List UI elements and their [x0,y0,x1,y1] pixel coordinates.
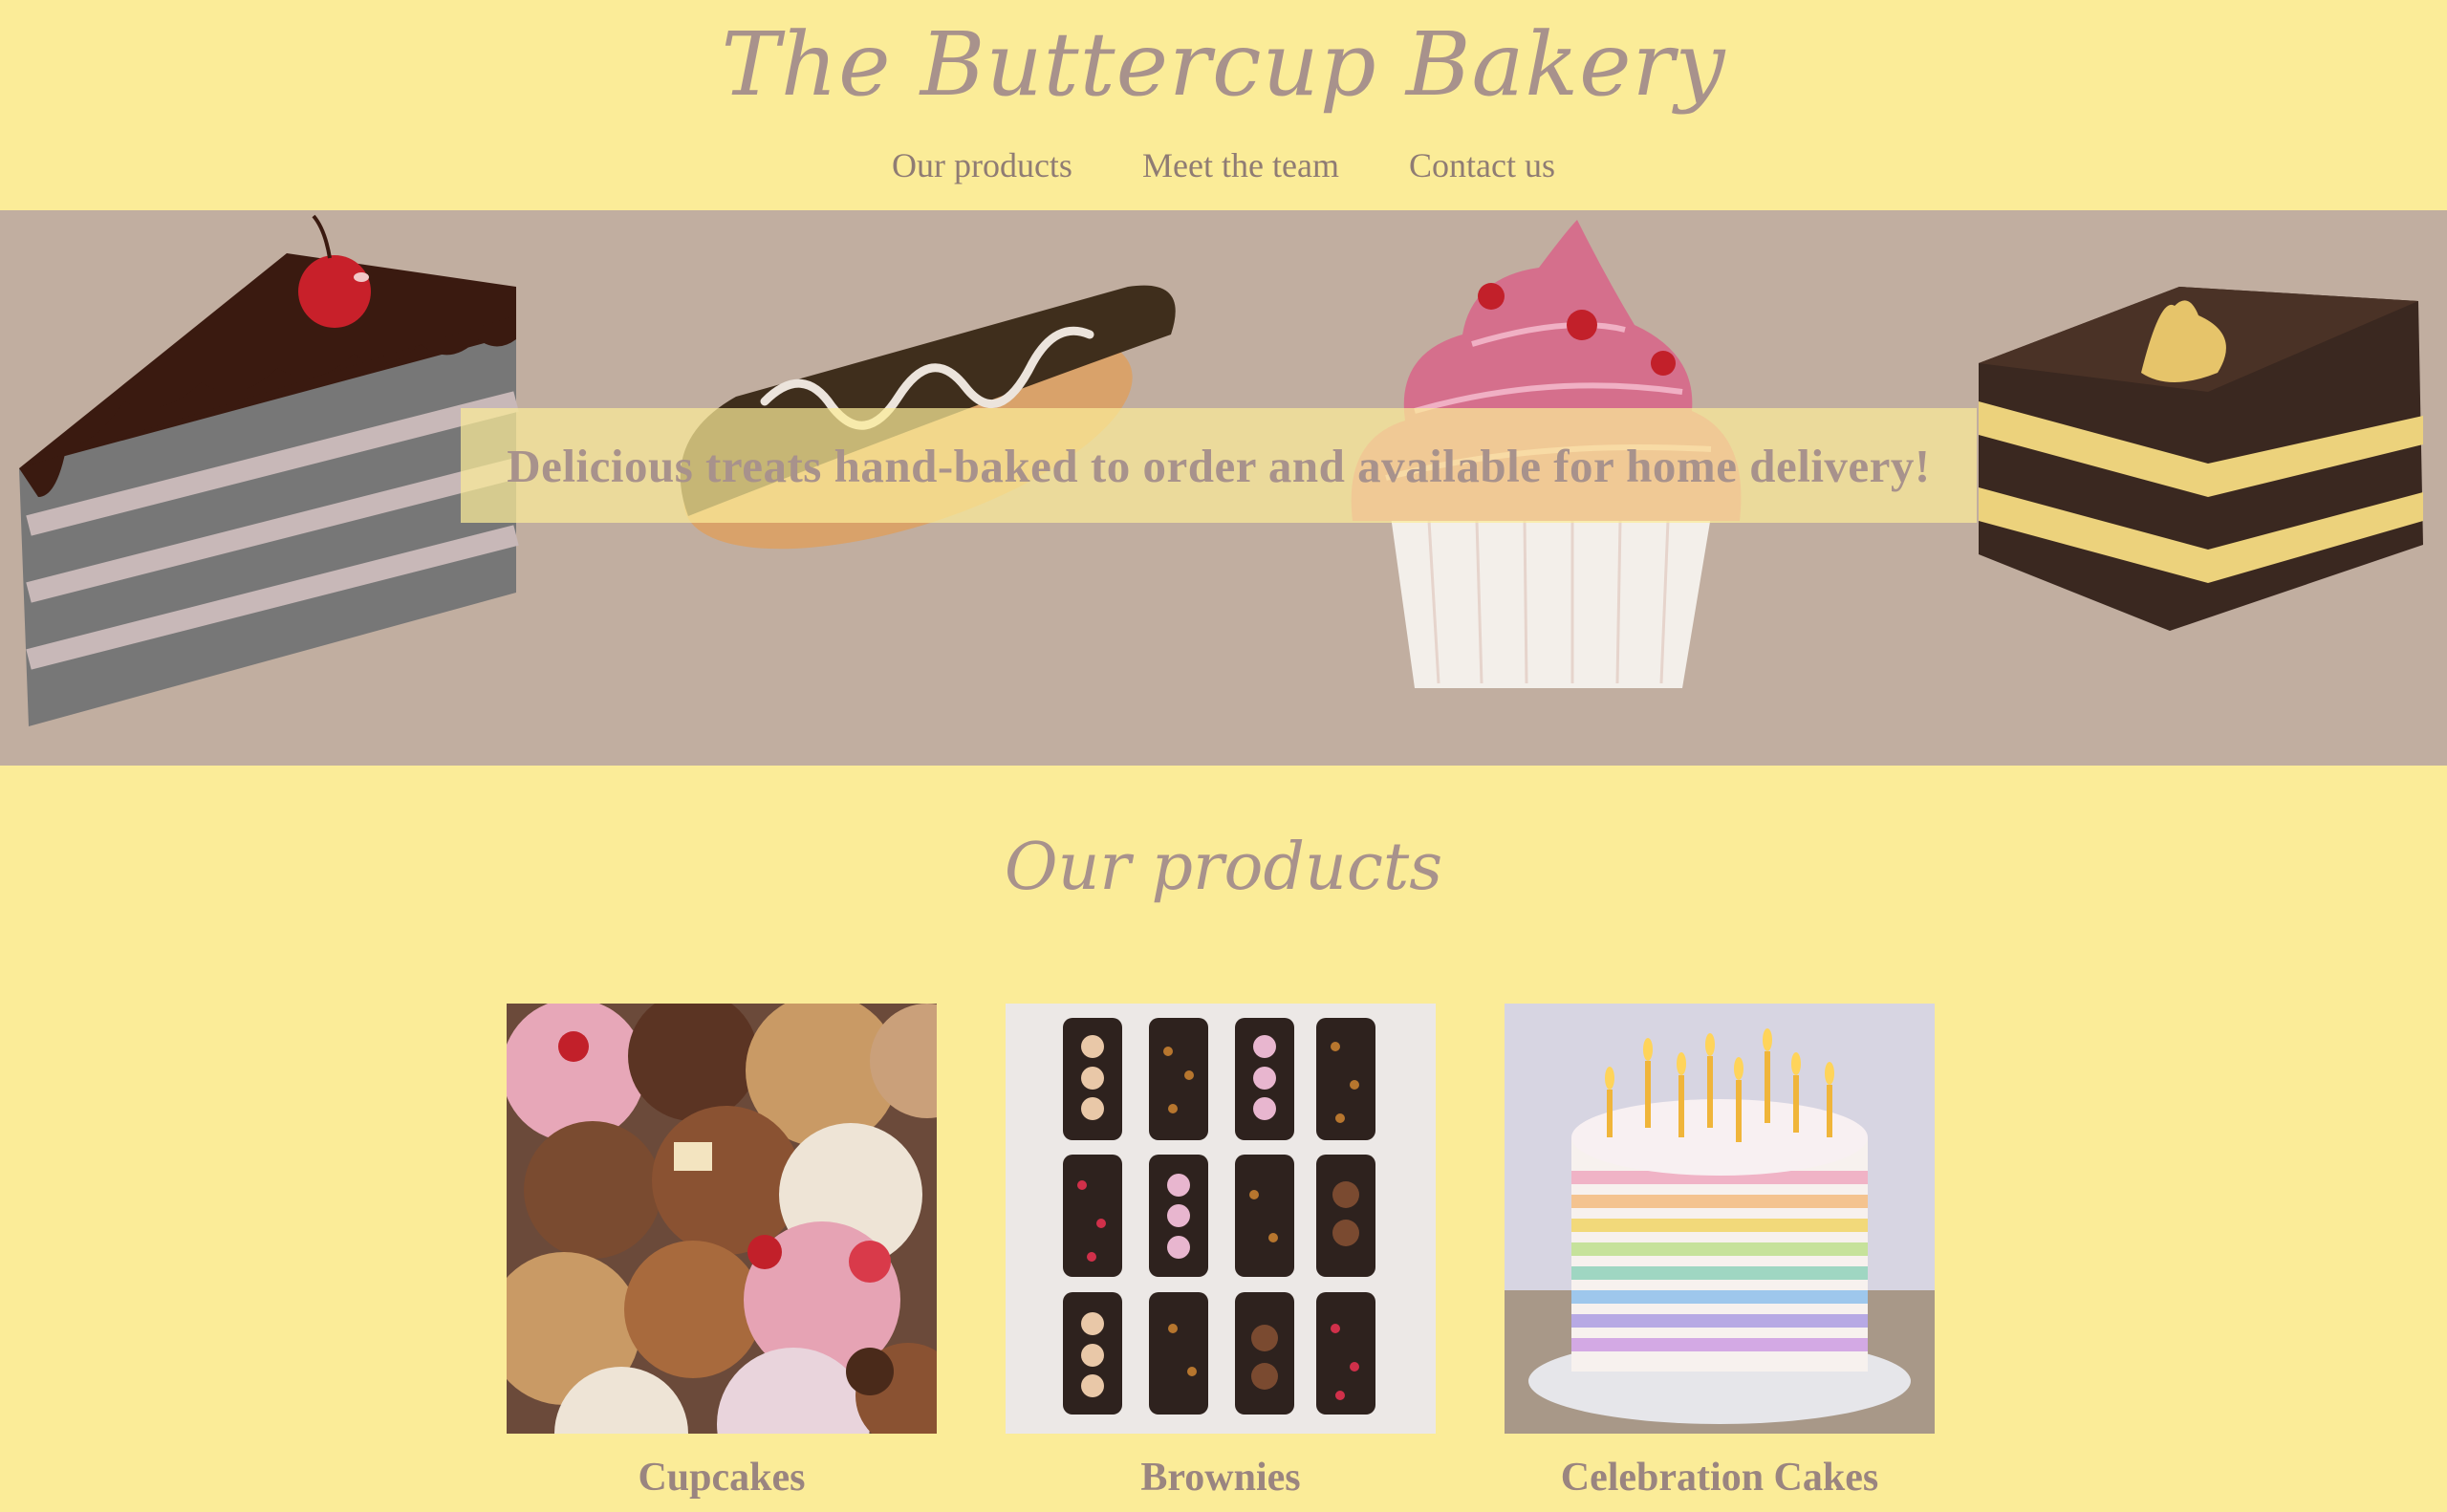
product-card-cupcakes[interactable]: Cupcakes [507,1004,937,1501]
product-card-brownies[interactable]: Brownies [1006,1004,1436,1501]
product-name-brownies[interactable]: Brownies [1006,1455,1436,1501]
main-nav: Our products Meet the team Contact us [0,145,2447,185]
nav-link-our-products[interactable]: Our products [892,145,1072,185]
tagline-box: Delicious treats hand-baked to order and… [461,408,1977,523]
site-header: The Buttercup Bakery Our products Meet t… [0,0,2447,210]
hero-banner: Delicious treats hand-baked to order and… [0,210,2447,766]
site-title: The Buttercup Bakery [721,13,1726,116]
product-name-cupcakes[interactable]: Cupcakes [507,1455,937,1501]
hero-tagline: Delicious treats hand-baked to order and… [507,439,1931,492]
cake-slice-illustration [19,214,519,726]
products-heading: Our products [1004,830,1443,905]
nav-link-contact-us[interactable]: Contact us [1409,145,1555,185]
brownies-photo[interactable] [1006,1004,1436,1434]
nav-link-meet-the-team[interactable]: Meet the team [1142,145,1339,185]
chocolate-cake-illustration [1979,287,2423,631]
product-name-celebration-cakes[interactable]: Celebration Cakes [1505,1455,1935,1501]
product-card-celebration-cakes[interactable]: Celebration Cakes [1505,1004,1935,1501]
celebration-cake-photo[interactable] [1505,1004,1935,1434]
cupcakes-photo[interactable] [507,1004,937,1434]
